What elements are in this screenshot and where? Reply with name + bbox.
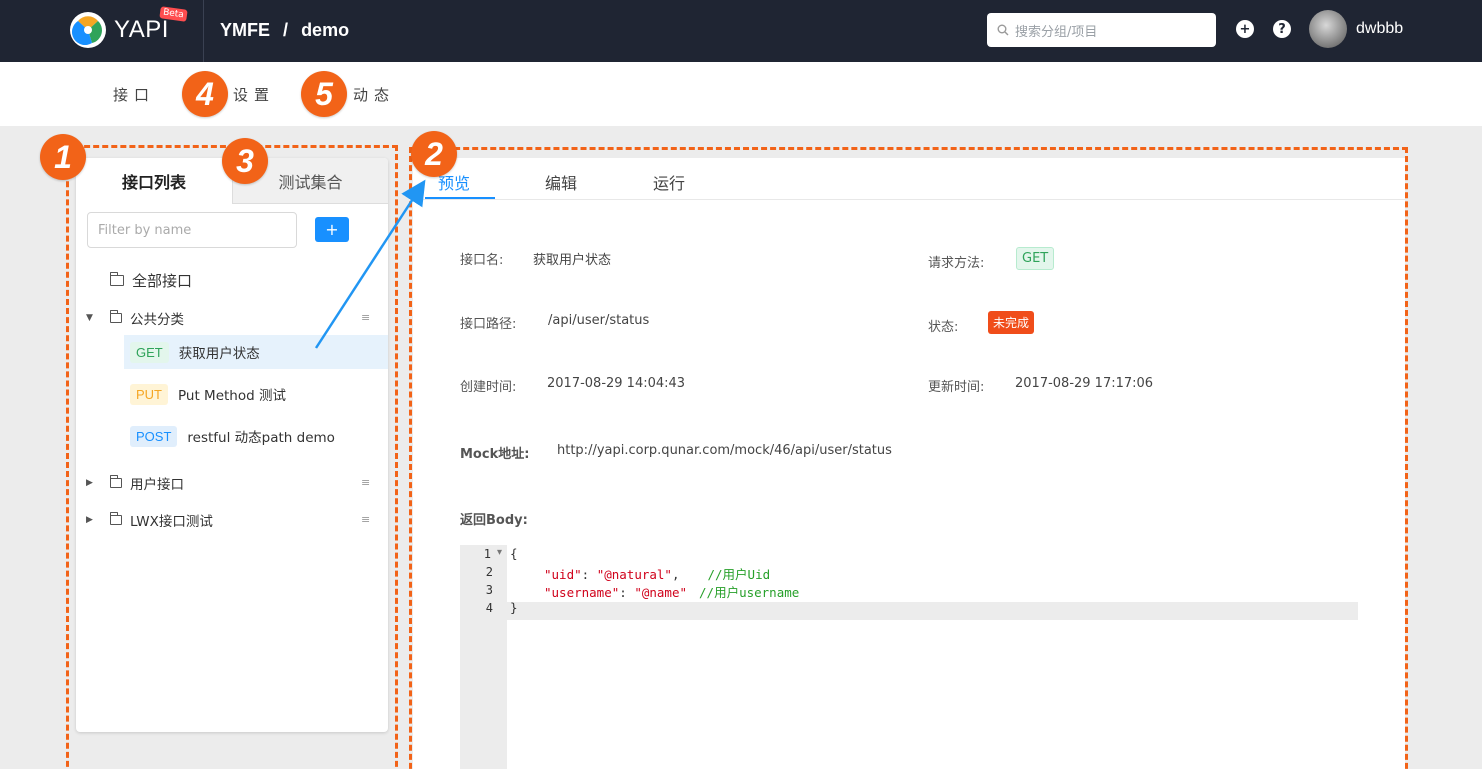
filter-input[interactable]: Filter by name <box>87 212 297 248</box>
folder-icon <box>109 310 122 323</box>
interface-sidebar: 接口列表 测试集合 Filter by name + 全部接口 ▼ 公共分类 ≡… <box>76 158 388 732</box>
logo-text: YAPI <box>114 16 169 43</box>
line-number: 4 <box>485 601 493 615</box>
category-label: LWX接口测试 <box>130 514 213 530</box>
json-comma: , <box>671 567 680 582</box>
caret-down-icon[interactable]: ▼ <box>86 313 93 323</box>
annotation-badge-1: 1 <box>40 134 86 180</box>
caret-right-icon[interactable]: ▶ <box>86 478 93 488</box>
json-key: "username" <box>544 585 620 600</box>
tab-activity[interactable]: 动态 <box>353 84 395 105</box>
api-name: restful 动态path demo <box>187 430 335 446</box>
breadcrumb-separator: / <box>283 20 289 40</box>
label-path: 接口路径: <box>460 317 517 332</box>
breadcrumb-group[interactable]: YMFE <box>220 20 270 41</box>
code-editor[interactable]: 1 ▾ 2 3 4 { "uid": "@natural", //用户Uid "u… <box>460 545 1358 769</box>
value-updated: 2017-08-29 17:17:06 <box>1015 376 1154 391</box>
method-badge: PUT <box>130 383 168 405</box>
tab-interfaces[interactable]: 接口 <box>113 84 155 105</box>
json-value: "@natural" <box>596 567 672 582</box>
category-label: 公共分类 <box>130 312 184 328</box>
annotation-badge-4: 4 <box>182 71 228 117</box>
json-colon: : <box>581 567 597 582</box>
label-updated: 更新时间: <box>928 380 985 395</box>
value-created: 2017-08-29 14:04:43 <box>547 376 686 391</box>
annotation-badge-3: 3 <box>222 138 268 184</box>
api-item-get-user-status[interactable]: GET 获取用户状态 <box>124 335 388 369</box>
menu-icon[interactable]: ≡ <box>361 476 370 489</box>
breadcrumb-project[interactable]: demo <box>301 20 349 41</box>
line-number: 1 <box>483 547 491 561</box>
value-mock-url[interactable]: http://yapi.corp.qunar.com/mock/46/api/u… <box>557 443 892 458</box>
search-input[interactable]: 搜索分组/项目 <box>987 13 1216 47</box>
code-line-1: { <box>510 546 518 561</box>
api-name: Put Method 测试 <box>178 388 286 404</box>
search-icon <box>997 24 1009 36</box>
tab-run[interactable]: 运行 <box>653 170 685 194</box>
detail-tabs: 预览 编辑 运行 <box>413 158 1405 200</box>
active-tab-indicator <box>425 197 495 199</box>
yapi-logo[interactable]: YAPI Beta <box>70 6 188 48</box>
api-item-put-method[interactable]: PUT Put Method 测试 <box>124 377 388 411</box>
username[interactable]: dwbbb <box>1356 20 1403 38</box>
json-comment: //用户username <box>699 585 800 600</box>
label-method: 请求方法: <box>928 256 985 271</box>
breadcrumb: YMFE / demo <box>220 20 349 41</box>
folder-icon <box>109 271 124 286</box>
json-key: "uid" <box>544 567 582 582</box>
category-user[interactable]: ▶ 用户接口 ≡ <box>76 473 388 493</box>
label-created: 创建时间: <box>460 380 517 395</box>
value-path: /api/user/status <box>548 313 650 328</box>
code-line-4: } <box>510 600 518 615</box>
all-interfaces-item[interactable]: 全部接口 <box>76 270 388 290</box>
line-number: 3 <box>485 583 493 597</box>
interface-detail-panel: 预览 编辑 运行 接口名: 获取用户状态 请求方法: GET 接口路径: /ap… <box>413 158 1405 769</box>
label-interface-name: 接口名: <box>460 253 504 268</box>
label-status: 状态: <box>928 320 959 335</box>
top-header: YAPI Beta YMFE / demo 搜索分组/项目 + ? dwbbb <box>0 0 1482 62</box>
label-mock: Mock地址: <box>460 447 530 462</box>
code-line-3: "username": "@name" //用户username <box>544 582 799 601</box>
tab-edit[interactable]: 编辑 <box>545 170 577 194</box>
annotation-badge-5: 5 <box>301 71 347 117</box>
tab-interface-list[interactable]: 接口列表 <box>76 158 232 204</box>
help-icon[interactable]: ? <box>1273 20 1291 38</box>
method-badge: GET <box>130 341 169 363</box>
menu-icon[interactable]: ≡ <box>361 311 370 324</box>
api-item-restful-path[interactable]: POST restful 动态path demo <box>124 419 388 453</box>
json-value: "@name" <box>634 585 688 600</box>
value-interface-name: 获取用户状态 <box>533 253 612 268</box>
search-placeholder: 搜索分组/项目 <box>1015 24 1098 40</box>
json-colon: : <box>619 585 635 600</box>
method-badge: POST <box>130 425 178 447</box>
folder-icon <box>109 512 122 525</box>
editor-gutter: 1 ▾ 2 3 4 <box>460 545 507 769</box>
category-lwx[interactable]: ▶ LWX接口测试 ≡ <box>76 510 388 530</box>
all-interfaces-label: 全部接口 <box>132 271 193 290</box>
json-comment: //用户Uid <box>707 567 771 582</box>
header-divider <box>203 0 204 62</box>
label-body: 返回Body: <box>460 513 528 528</box>
avatar[interactable] <box>1309 10 1347 48</box>
menu-icon[interactable]: ≡ <box>361 513 370 526</box>
category-public[interactable]: ▼ 公共分类 ≡ <box>76 308 388 328</box>
active-line-highlight <box>507 602 1358 620</box>
add-circle-icon[interactable]: + <box>1236 20 1254 38</box>
add-interface-button[interactable]: + <box>315 217 349 242</box>
tab-settings[interactable]: 设置 <box>233 84 275 105</box>
category-label: 用户接口 <box>130 477 184 493</box>
line-number: 2 <box>485 565 493 579</box>
yapi-logo-icon <box>70 12 106 48</box>
api-name: 获取用户状态 <box>178 346 260 362</box>
caret-right-icon[interactable]: ▶ <box>86 515 93 525</box>
code-line-2: "uid": "@natural", //用户Uid <box>544 564 770 583</box>
folder-icon <box>109 475 122 488</box>
status-badge: 未完成 <box>988 311 1035 334</box>
value-method-badge: GET <box>1016 247 1055 270</box>
fold-icon[interactable]: ▾ <box>497 547 502 558</box>
annotation-badge-2: 2 <box>411 131 457 177</box>
